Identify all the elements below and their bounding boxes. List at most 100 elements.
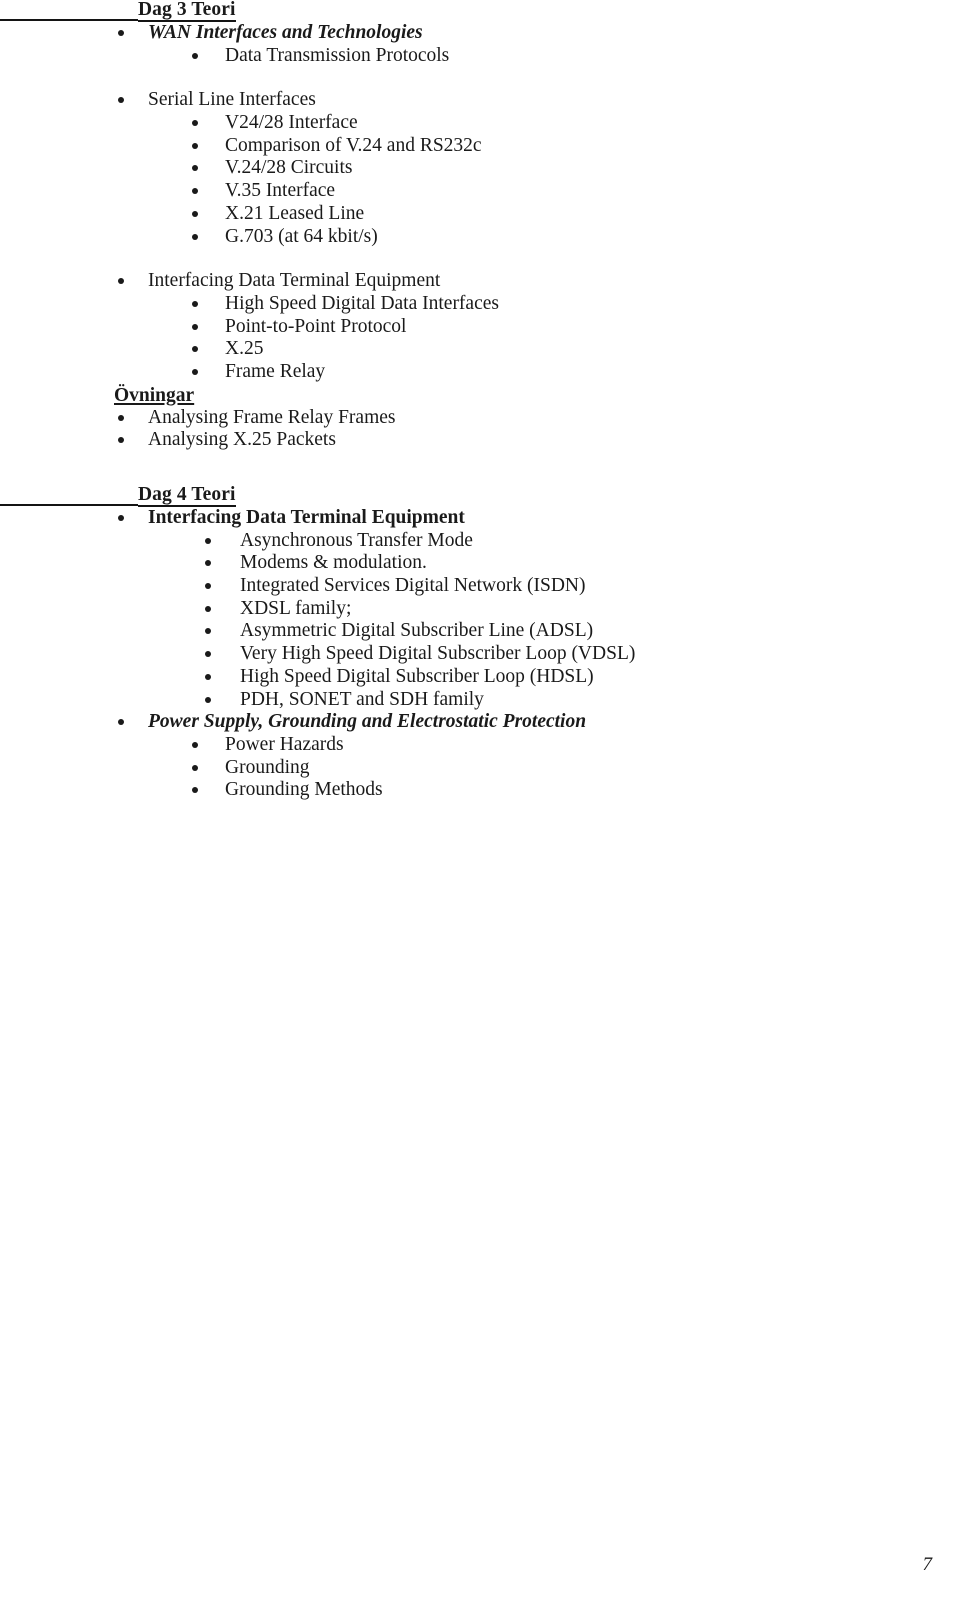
bullet-icon [118, 414, 124, 421]
list-item-label: Asymmetric Digital Subscriber Line (ADSL… [240, 620, 594, 642]
section-heading-text: Dag 3 Teori [138, 0, 236, 22]
list-item-label: Very High Speed Digital Subscriber Loop … [240, 643, 636, 665]
section-dag-3: Dag 3 Teori WAN Interfaces and Technolog… [0, 0, 960, 452]
bullet-icon [192, 165, 198, 172]
list-item: V.24/28 Circuits [0, 157, 960, 180]
bullet-icon [205, 673, 211, 680]
list-item-label: Power Supply, Grounding and Electrostati… [148, 711, 587, 733]
list-item: Interfacing Data Terminal Equipment [0, 507, 960, 530]
list-item-label: G.703 (at 64 kbit/s) [225, 225, 378, 247]
list-item: Interfacing Data Terminal Equipment [0, 270, 960, 293]
list-item: V24/28 Interface [0, 112, 960, 135]
list-item-label: Analysing Frame Relay Frames [148, 406, 396, 428]
document-page: Dag 3 Teori WAN Interfaces and Technolog… [0, 0, 960, 1597]
list-item: G.703 (at 64 kbit/s) [0, 226, 960, 249]
list-item: PDH, SONET and SDH family [0, 689, 960, 712]
list-item: X.25 [0, 338, 960, 361]
section-dag-4: Dag 4 Teori Interfacing Data Terminal Eq… [0, 485, 960, 802]
bullet-icon [205, 537, 211, 544]
list-item-label: Grounding Methods [225, 779, 383, 801]
list-item-label: V.35 Interface [225, 180, 336, 202]
bullet-icon [192, 52, 198, 59]
heading-rule [0, 504, 138, 506]
list-item: Modems & modulation. [0, 552, 960, 575]
list-item: Grounding Methods [0, 779, 960, 802]
list-item-label: High Speed Digital Data Interfaces [225, 292, 499, 314]
section-heading-dag-3: Dag 3 Teori [0, 0, 960, 22]
bullet-icon [192, 741, 198, 748]
bullet-icon [192, 787, 198, 794]
list-item: Power Supply, Grounding and Electrostati… [0, 711, 960, 734]
subsection-heading-ovningar: Övningar [114, 384, 195, 406]
list-item-label: Data Transmission Protocols [225, 44, 450, 66]
list-item: Very High Speed Digital Subscriber Loop … [0, 643, 960, 666]
list-item-label: Interfacing Data Terminal Equipment [148, 270, 441, 292]
list-item-label: WAN Interfaces and Technologies [148, 22, 423, 43]
section-heading-dag-4: Dag 4 Teori [0, 485, 960, 507]
bullet-icon [118, 437, 124, 444]
list-item-label: X.21 Leased Line [225, 202, 365, 224]
list-item-label: V24/28 Interface [225, 112, 358, 134]
list-item-label: PDH, SONET and SDH family [240, 688, 484, 710]
list-item: Analysing Frame Relay Frames [0, 407, 960, 430]
bullet-icon [205, 651, 211, 658]
list-item-label: Serial Line Interfaces [148, 89, 316, 111]
list-item-label: Frame Relay [225, 360, 326, 382]
bullet-icon [192, 368, 198, 375]
page-number: 7 [922, 1554, 933, 1575]
bullet-icon [192, 188, 198, 195]
bullet-icon [192, 346, 198, 353]
list-item: Analysing X.25 Packets [0, 429, 960, 452]
list-item-label: Integrated Services Digital Network (ISD… [240, 575, 586, 597]
bullet-icon [192, 210, 198, 217]
bullet-icon [118, 515, 124, 521]
list-item: X.21 Leased Line [0, 203, 960, 226]
list-item: Grounding [0, 757, 960, 780]
bullet-icon [192, 764, 198, 771]
list-item: Integrated Services Digital Network (ISD… [0, 575, 960, 598]
list-item: Asynchronous Transfer Mode [0, 530, 960, 553]
list-item: Asymmetric Digital Subscriber Line (ADSL… [0, 620, 960, 643]
list-item-label: Interfacing Data Terminal Equipment [148, 507, 465, 528]
bullet-icon [205, 696, 211, 703]
list-item-label: Modems & modulation. [240, 552, 427, 574]
list-item-label: High Speed Digital Subscriber Loop (HDSL… [240, 665, 594, 687]
list-item-label: Analysing X.25 Packets [148, 429, 336, 451]
bullet-icon [192, 323, 198, 330]
list-item-label: Grounding [225, 756, 310, 778]
bullet-icon [205, 583, 211, 590]
bullet-icon [205, 560, 211, 567]
list-item-label: V.24/28 Circuits [225, 157, 353, 179]
bullet-icon [192, 300, 198, 307]
bullet-icon [118, 719, 124, 726]
bullet-icon [118, 30, 124, 36]
bullet-icon [192, 142, 198, 149]
section-heading-text: Dag 4 Teori [138, 484, 236, 507]
list-item: XDSL family; [0, 598, 960, 621]
bullet-icon [118, 278, 124, 285]
list-item: Point-to-Point Protocol [0, 316, 960, 339]
list-item: WAN Interfaces and Technologies [0, 22, 960, 45]
list-item-label: Point-to-Point Protocol [225, 315, 407, 337]
bullet-icon [192, 233, 198, 240]
list-item-label: XDSL family; [240, 597, 352, 619]
list-item-label: X.25 [225, 338, 264, 360]
list-item-label: Asynchronous Transfer Mode [240, 529, 473, 551]
list-item-label: Power Hazards [225, 733, 344, 755]
heading-rule [0, 19, 138, 21]
list-item-label: Comparison of V.24 and RS232c [225, 134, 482, 156]
bullet-icon [118, 97, 124, 104]
bullet-icon [205, 628, 211, 635]
list-item: High Speed Digital Data Interfaces [0, 293, 960, 316]
bullet-icon [205, 605, 211, 612]
list-item: Power Hazards [0, 734, 960, 757]
list-item: V.35 Interface [0, 180, 960, 203]
list-item: Comparison of V.24 and RS232c [0, 135, 960, 158]
list-item: Data Transmission Protocols [0, 45, 960, 68]
list-item: Frame Relay [0, 361, 960, 384]
bullet-icon [192, 120, 198, 127]
list-item: High Speed Digital Subscriber Loop (HDSL… [0, 666, 960, 689]
